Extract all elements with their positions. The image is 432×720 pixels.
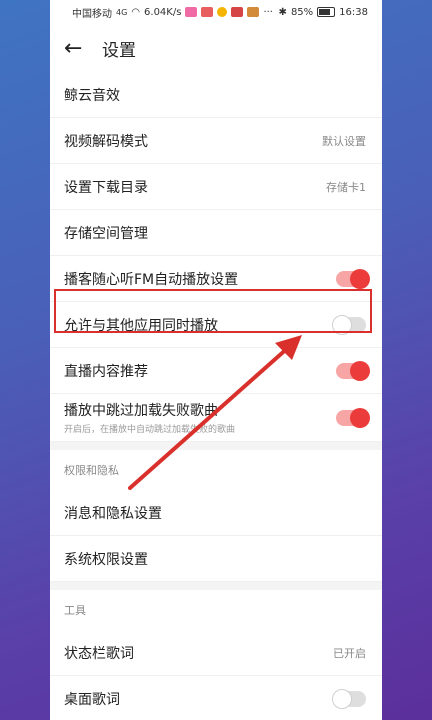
row-label: 消息和隐私设置 <box>64 505 162 522</box>
row-label: 状态栏歌词 <box>64 645 134 662</box>
row-label: 鲸云音效 <box>64 87 120 104</box>
app-notification-icon <box>217 7 228 17</box>
row-download-dir[interactable]: 设置下载目录 存储卡1 <box>50 164 382 210</box>
section-divider <box>50 442 382 450</box>
skip-failed-toggle[interactable] <box>336 407 370 428</box>
toggle-knob <box>350 407 370 428</box>
row-skip-failed: 播放中跳过加载失败歌曲 开启后，在播放中自动跳过加载失败的歌曲 <box>50 394 382 442</box>
live-recommend-toggle[interactable] <box>336 360 370 381</box>
toggle-knob <box>332 314 352 335</box>
app-notification-icon <box>231 7 244 17</box>
status-bar: 中国移动 4G ◠ 6.04K/s ··· ✱ 85% 16:38 <box>50 0 382 24</box>
app-notification-icon <box>247 7 260 17</box>
row-label: 设置下载目录 <box>64 179 148 196</box>
podcast-fm-toggle[interactable] <box>336 268 370 289</box>
row-text-group: 播放中跳过加载失败歌曲 开启后，在播放中自动跳过加载失败的歌曲 <box>64 400 235 435</box>
row-desktop-lyrics: 桌面歌词 <box>50 676 382 720</box>
section-divider <box>50 582 382 590</box>
app-notification-icon <box>201 7 214 17</box>
row-live-recommend: 直播内容推荐 <box>50 348 382 394</box>
carrier-text: 中国移动 <box>72 8 112 20</box>
row-podcast-fm: 播客随心听FM自动播放设置 <box>50 256 382 302</box>
desktop-lyrics-toggle[interactable] <box>332 688 366 709</box>
network-speed: 6.04K/s <box>144 6 182 18</box>
arrow-left-icon[interactable]: ← <box>64 36 92 61</box>
clock-time: 16:38 <box>339 6 368 18</box>
row-label: 存储空间管理 <box>64 225 148 242</box>
phone-screen: 中国移动 4G ◠ 6.04K/s ··· ✱ 85% 16:38 ← 设置 鲸… <box>50 0 382 720</box>
battery-icon <box>317 7 336 17</box>
battery-percent: 85% <box>290 6 314 18</box>
page-title: 设置 <box>102 40 136 61</box>
row-system-permission[interactable]: 系统权限设置 <box>50 536 382 582</box>
section-title-tools: 工具 <box>64 604 86 617</box>
row-value: 已开启 <box>333 646 366 660</box>
row-video-decode[interactable]: 视频解码模式 默认设置 <box>50 118 382 164</box>
toggle-knob <box>350 268 370 289</box>
row-mix-playback: 允许与其他应用同时播放 <box>50 302 382 348</box>
row-statusbar-lyrics[interactable]: 状态栏歌词 已开启 <box>50 630 382 676</box>
row-sound-effect[interactable]: 鲸云音效 <box>50 72 382 118</box>
bluetooth-icon: ✱ <box>278 6 287 18</box>
app-notification-icon <box>185 7 198 17</box>
row-sublabel: 开启后，在播放中自动跳过加载失败的歌曲 <box>64 425 236 435</box>
row-label: 播客随心听FM自动播放设置 <box>64 271 239 288</box>
row-label: 桌面歌词 <box>64 691 120 708</box>
row-label: 系统权限设置 <box>64 551 148 568</box>
more-dots-icon: ··· <box>263 6 273 18</box>
section-title-privacy: 权限和隐私 <box>64 464 119 477</box>
row-storage-manage[interactable]: 存储空间管理 <box>50 210 382 256</box>
row-label: 视频解码模式 <box>64 133 148 150</box>
signal-text: 4G <box>116 7 128 17</box>
toggle-knob <box>332 688 352 709</box>
mix-playback-toggle[interactable] <box>332 314 366 335</box>
row-message-privacy[interactable]: 消息和隐私设置 <box>50 490 382 536</box>
header-bar: ← 设置 <box>50 24 382 72</box>
settings-list: 鲸云音效 视频解码模式 默认设置 设置下载目录 存储卡1 存储空间管理 播客随心… <box>50 72 382 720</box>
row-label: 播放中跳过加载失败歌曲 <box>64 403 218 419</box>
row-label: 允许与其他应用同时播放 <box>64 317 218 334</box>
row-label: 直播内容推荐 <box>64 363 148 380</box>
toggle-knob <box>350 360 370 381</box>
wifi-icon: ◠ <box>131 6 141 18</box>
row-value: 默认设置 <box>322 134 366 148</box>
row-value: 存储卡1 <box>326 180 366 194</box>
